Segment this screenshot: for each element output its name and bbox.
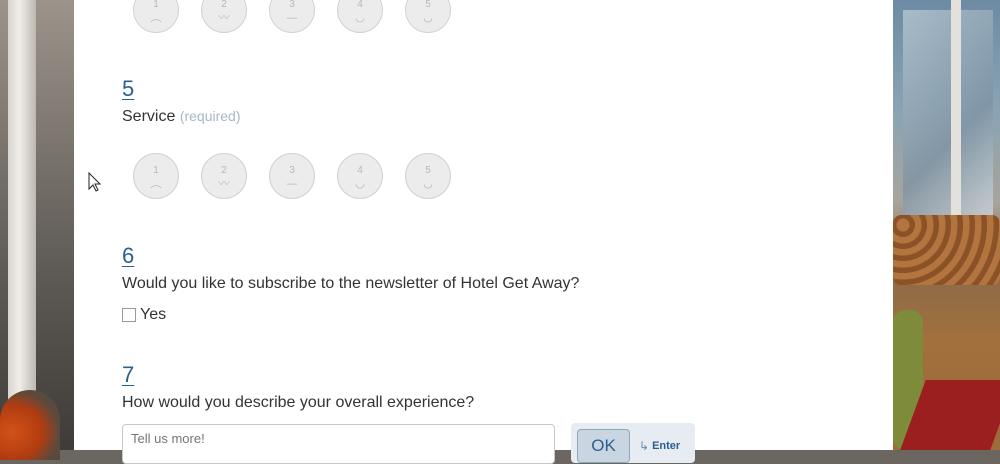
mouse-pointer-icon [88,172,102,192]
rating-number: 2 [221,0,227,10]
enter-hint-label: Enter [652,440,681,452]
background-sofa [893,215,1000,285]
rating-button-1[interactable]: 1 ︵ [133,0,179,33]
rating-row-q5: 1 ︵ 2 〰 3 — 4 ◡ 5 ◡ [133,153,451,199]
big-smile-face-icon: ◡ [423,177,433,190]
required-indicator: (required) [179,108,241,124]
sad-face-icon: ︵ [150,11,162,24]
rating-row-q4: 1 ︵ 2 〰 3 — 4 ◡ 5 ◡ [133,0,451,33]
rating-button-3[interactable]: 3 — [269,0,315,33]
newsletter-yes-label[interactable]: Yes [140,306,166,324]
rating-button-4[interactable]: 4 ◡ [337,0,383,33]
background-right [893,0,1000,450]
enter-key-icon: ↳ [639,439,650,453]
rating-button-1[interactable]: 1 ︵ [133,153,179,199]
question-number-5: 5 [122,76,135,101]
smile-face-icon: ◡ [355,177,365,190]
rating-number: 5 [425,0,431,10]
background-pillar [8,0,36,400]
rating-number: 2 [221,165,227,176]
rating-number: 3 [289,165,295,176]
rating-button-4[interactable]: 4 ◡ [337,153,383,199]
big-smile-face-icon: ◡ [423,11,433,24]
rating-number: 1 [153,0,159,10]
question-label: Service [122,108,176,125]
newsletter-checkbox[interactable] [122,308,136,322]
rating-number: 5 [425,165,431,176]
newsletter-option[interactable]: Yes [122,306,166,324]
submit-area: OK ↳ Enter [571,423,695,463]
question-text-6: Would you like to subscribe to the newsl… [122,275,580,292]
ok-button[interactable]: OK [577,429,630,463]
question-number-6: 6 [122,243,135,268]
question-text-7: How would you describe your overall expe… [122,394,475,411]
background-frame [951,0,961,235]
rating-button-2[interactable]: 2 〰 [201,153,247,199]
question-number-7: 7 [122,362,135,387]
rating-number: 4 [357,0,363,10]
neutral-face-icon: — [286,177,298,190]
rating-number: 4 [357,165,363,176]
rating-number: 1 [153,165,159,176]
background-window [903,10,993,220]
rating-number: 3 [289,0,295,10]
wavy-face-icon: 〰 [218,11,230,24]
rating-button-2[interactable]: 2 〰 [201,0,247,33]
rating-button-5[interactable]: 5 ◡ [405,0,451,33]
rating-button-5[interactable]: 5 ◡ [405,153,451,199]
rating-button-3[interactable]: 3 — [269,153,315,199]
enter-hint: ↳ Enter [639,439,680,453]
sad-face-icon: ︵ [150,177,162,190]
experience-textarea[interactable] [122,424,555,464]
question-text-5: Service (required) [122,108,241,126]
survey-panel: 1 ︵ 2 〰 3 — 4 ◡ 5 ◡ 5 Service (required)… [74,0,893,464]
neutral-face-icon: — [286,11,298,24]
wavy-face-icon: 〰 [218,177,230,190]
smile-face-icon: ◡ [355,11,365,24]
background-left [0,0,74,460]
